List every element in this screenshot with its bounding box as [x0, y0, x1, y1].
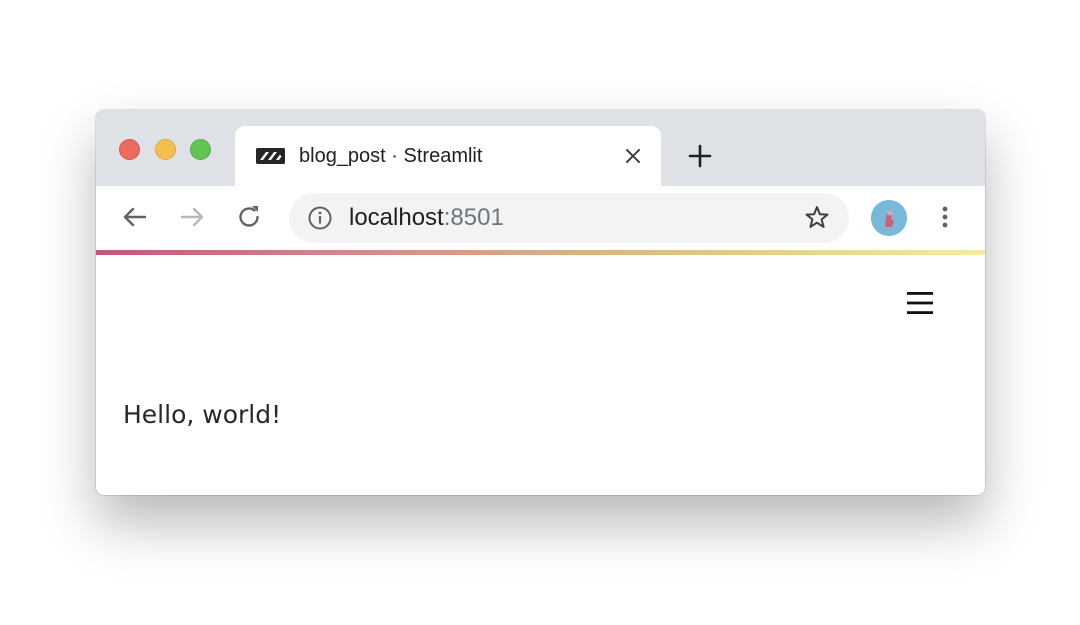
plus-icon[interactable]	[687, 143, 713, 169]
avatar[interactable]	[871, 200, 907, 236]
info-icon[interactable]	[307, 205, 333, 231]
window-minimize-button[interactable]	[155, 139, 176, 160]
url-port: :8501	[443, 204, 504, 231]
browser-window: blog_post · Streamlit localhost:8501 Hel…	[96, 110, 985, 495]
profile-picture-icon	[871, 200, 907, 236]
address-bar[interactable]: localhost:8501	[289, 193, 849, 243]
url-text[interactable]: localhost:8501	[349, 205, 504, 231]
tab-title: blog_post · Streamlit	[299, 145, 483, 167]
browser-toolbar: localhost:8501	[96, 186, 985, 250]
streamlit-logo-icon	[256, 148, 285, 164]
window-close-button[interactable]	[119, 139, 140, 160]
app-text: Hello, world!	[123, 400, 282, 429]
star-icon[interactable]	[803, 204, 831, 232]
tab-strip: blog_post · Streamlit	[96, 110, 985, 186]
url-host: localhost	[349, 204, 444, 231]
window-maximize-button[interactable]	[190, 139, 211, 160]
tab-blog-post[interactable]: blog_post · Streamlit	[235, 126, 661, 186]
streamlit-app: Hello, world!	[96, 255, 985, 495]
desktop-background: blog_post · Streamlit localhost:8501 Hel…	[0, 0, 1080, 625]
arrow-left-icon[interactable]	[120, 202, 150, 232]
arrow-right-icon[interactable]	[177, 202, 207, 232]
close-icon[interactable]	[623, 146, 643, 166]
reload-icon[interactable]	[234, 202, 264, 232]
hamburger-menu-icon[interactable]	[906, 290, 934, 316]
kebab-menu-icon[interactable]	[932, 202, 958, 232]
